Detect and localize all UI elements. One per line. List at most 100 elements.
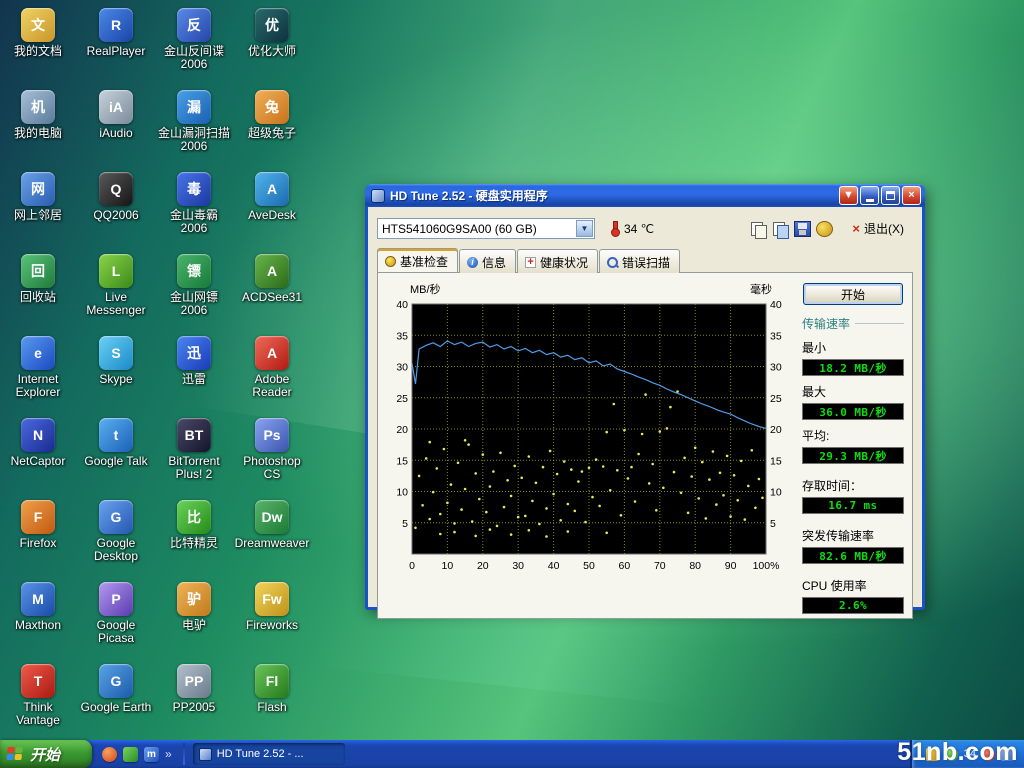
- desktop-icon-label: Firefox: [20, 537, 57, 550]
- desktop-icon-recycle-bin[interactable]: 回回收站: [0, 254, 76, 304]
- desktop-icon-my-documents[interactable]: 文我的文档: [0, 8, 76, 58]
- tab-error-scan[interactable]: 错误扫描: [599, 249, 680, 273]
- desktop-icon-realplayer[interactable]: RRealPlayer: [78, 8, 154, 58]
- desktop-icon-netcaptor[interactable]: NNetCaptor: [0, 418, 76, 468]
- maxthon-icon: M: [21, 582, 55, 616]
- desktop-icon-iaudio[interactable]: iAiAudio: [78, 90, 154, 140]
- desktop-icon-label: 金山漏洞扫描 2006: [156, 127, 232, 154]
- toolbar-icons: [750, 221, 833, 237]
- desktop-icon-internet-explorer[interactable]: eInternet Explorer: [0, 336, 76, 400]
- minimize-button[interactable]: [860, 186, 879, 205]
- benchmark-icon: [385, 256, 396, 267]
- desktop-icon-label: QQ2006: [93, 209, 138, 222]
- chevron-down-icon[interactable]: ▼: [576, 220, 593, 237]
- desktop-icon-adobe-reader[interactable]: AAdobe Reader: [234, 336, 310, 400]
- options-icon[interactable]: [816, 221, 833, 237]
- desktop-icon-photoshop-cs[interactable]: PsPhotoshop CS: [234, 418, 310, 482]
- desktop-icon-bitspirit[interactable]: 比比特精灵: [156, 500, 232, 550]
- svg-text:40: 40: [548, 560, 560, 572]
- desktop-icon-kingsoft-duba-2006[interactable]: 毒金山毒霸 2006: [156, 172, 232, 236]
- desktop-icon-label: 金山反间谍 2006: [156, 45, 232, 72]
- desktop-icon-google-earth[interactable]: GGoogle Earth: [78, 664, 154, 714]
- emule-icon: 驴: [177, 582, 211, 616]
- tab-health[interactable]: + 健康状况: [517, 249, 598, 273]
- results-panel: 开始 传输速率 最小 18.2 MB/秒 最大 36.0 MB/秒 平均: 29…: [792, 281, 908, 614]
- desktop-icon-label: 比特精灵: [170, 537, 218, 550]
- min-value: 18.2 MB/秒: [802, 359, 904, 376]
- my-documents-icon: 文: [21, 8, 55, 42]
- quicklaunch-chevron-icon[interactable]: »: [165, 747, 172, 761]
- start-benchmark-button[interactable]: 开始: [803, 283, 903, 305]
- desktop-icon-firefox[interactable]: F Firefox: [0, 500, 76, 550]
- desktop-icon-youhua-dashi[interactable]: 优优化大师: [234, 8, 310, 58]
- exit-button[interactable]: × 退出(X): [843, 217, 913, 240]
- save-icon[interactable]: [794, 221, 811, 237]
- pp2005-icon: PP: [177, 664, 211, 698]
- desktop-icon-label: PP2005: [173, 701, 216, 714]
- copy-image-icon[interactable]: [772, 221, 789, 237]
- desktop-icon-live-messenger[interactable]: LLive Messenger: [78, 254, 154, 318]
- tab-health-label: 健康状况: [540, 254, 588, 271]
- desktop-icon-pp2005[interactable]: PP PP2005: [156, 664, 232, 714]
- svg-text:10: 10: [396, 487, 408, 499]
- desktop-icon-think-vantage[interactable]: TThink Vantage: [0, 664, 76, 728]
- desktop-icon-google-desktop[interactable]: GGoogle Desktop: [78, 500, 154, 564]
- desktop-icon-google-talk[interactable]: t Google Talk: [78, 418, 154, 468]
- benchmark-page: MB/秒 毫秒 40403535303025252020151510105501…: [377, 272, 913, 619]
- desktop-icon-maxthon[interactable]: MMaxthon: [0, 582, 76, 632]
- desktop-icon-emule[interactable]: 驴电驴: [156, 582, 232, 632]
- svg-text:40: 40: [770, 299, 782, 311]
- desktop-icon-avedesk[interactable]: AAveDesk: [234, 172, 310, 222]
- thermometer-icon: [611, 221, 618, 237]
- desktop-icon-kingsoft-netguard-2006[interactable]: 镖金山网镖 2006: [156, 254, 232, 318]
- min-label: 最小: [802, 339, 904, 356]
- copy-text-icon[interactable]: [750, 221, 767, 237]
- quicklaunch-icon-3[interactable]: m: [144, 747, 159, 762]
- desktop-icon-label: 金山网镖 2006: [156, 291, 232, 318]
- desktop-icon-label: 我的电脑: [14, 127, 62, 140]
- maximize-button[interactable]: [881, 186, 900, 205]
- desktop-icon-label: Google Earth: [81, 701, 152, 714]
- desktop-icon-network-places[interactable]: 网网上邻居: [0, 172, 76, 222]
- google-talk-icon: t: [99, 418, 133, 452]
- svg-text:5: 5: [770, 518, 776, 530]
- desktop-icon-kingsoft-antispyware-2006[interactable]: 反金山反间谍 2006: [156, 8, 232, 72]
- desktop-icon-dreamweaver[interactable]: DwDreamweaver: [234, 500, 310, 550]
- svg-text:10: 10: [770, 487, 782, 499]
- svg-text:30: 30: [770, 362, 782, 374]
- desktop-icon-google-picasa[interactable]: PGoogle Picasa: [78, 582, 154, 646]
- drive-select-combobox[interactable]: HTS541060G9SA00 (60 GB) ▼: [377, 218, 595, 239]
- hdtune-task-button[interactable]: HD Tune 2.52 - ...: [193, 743, 345, 765]
- desktop-icon-super-rabbit[interactable]: 兔超级兔子: [234, 90, 310, 140]
- tab-info[interactable]: i 信息: [459, 249, 516, 273]
- desktop-icon-kingsoft-vulnscan-2006[interactable]: 漏金山漏洞扫描 2006: [156, 90, 232, 154]
- desktop-icon-label: Google Talk: [84, 455, 147, 468]
- access-time-label: 存取时间：: [802, 477, 904, 494]
- super-rabbit-icon: 兔: [255, 90, 289, 124]
- desktop-icon-label: Dreamweaver: [235, 537, 310, 550]
- close-button[interactable]: ×: [902, 186, 921, 205]
- desktop-icon-label: 网上邻居: [14, 209, 62, 222]
- desktop-icon-my-computer[interactable]: 机我的电脑: [0, 90, 76, 140]
- bittorrent-plus-2-icon: BT: [177, 418, 211, 452]
- close-x-icon: ×: [852, 221, 860, 236]
- desktop-icon-skype[interactable]: SSkype: [78, 336, 154, 386]
- desktop-icon-xunlei[interactable]: 迅迅雷: [156, 336, 232, 386]
- cpu-usage-value: 2.6%: [802, 597, 904, 614]
- temperature-value: 34 ℃: [624, 222, 654, 236]
- desktop-icon-bittorrent-plus-2[interactable]: BTBitTorrent Plus! 2: [156, 418, 232, 482]
- start-button[interactable]: 开始: [0, 740, 92, 768]
- desktop-icon-acdsee31[interactable]: AACDSee31: [234, 254, 310, 304]
- quicklaunch-icon-1[interactable]: [102, 747, 117, 762]
- quicklaunch-icon-2[interactable]: [123, 747, 138, 762]
- desktop-icon-qq2006[interactable]: QQQ2006: [78, 172, 154, 222]
- firefox-icon: F: [21, 500, 55, 534]
- titlebar-download-button[interactable]: ▼: [839, 186, 858, 205]
- tab-benchmark[interactable]: 基准检查: [377, 248, 458, 272]
- desktop-icon-fireworks[interactable]: FwFireworks: [234, 582, 310, 632]
- titlebar[interactable]: HD Tune 2.52 - 硬盘实用程序 ▼ ×: [365, 184, 925, 207]
- desktop-icon-flash[interactable]: FlFlash: [234, 664, 310, 714]
- desktop-icon-label: 回收站: [20, 291, 56, 304]
- flash-icon: Fl: [255, 664, 289, 698]
- desktop-icon-label: AveDesk: [248, 209, 296, 222]
